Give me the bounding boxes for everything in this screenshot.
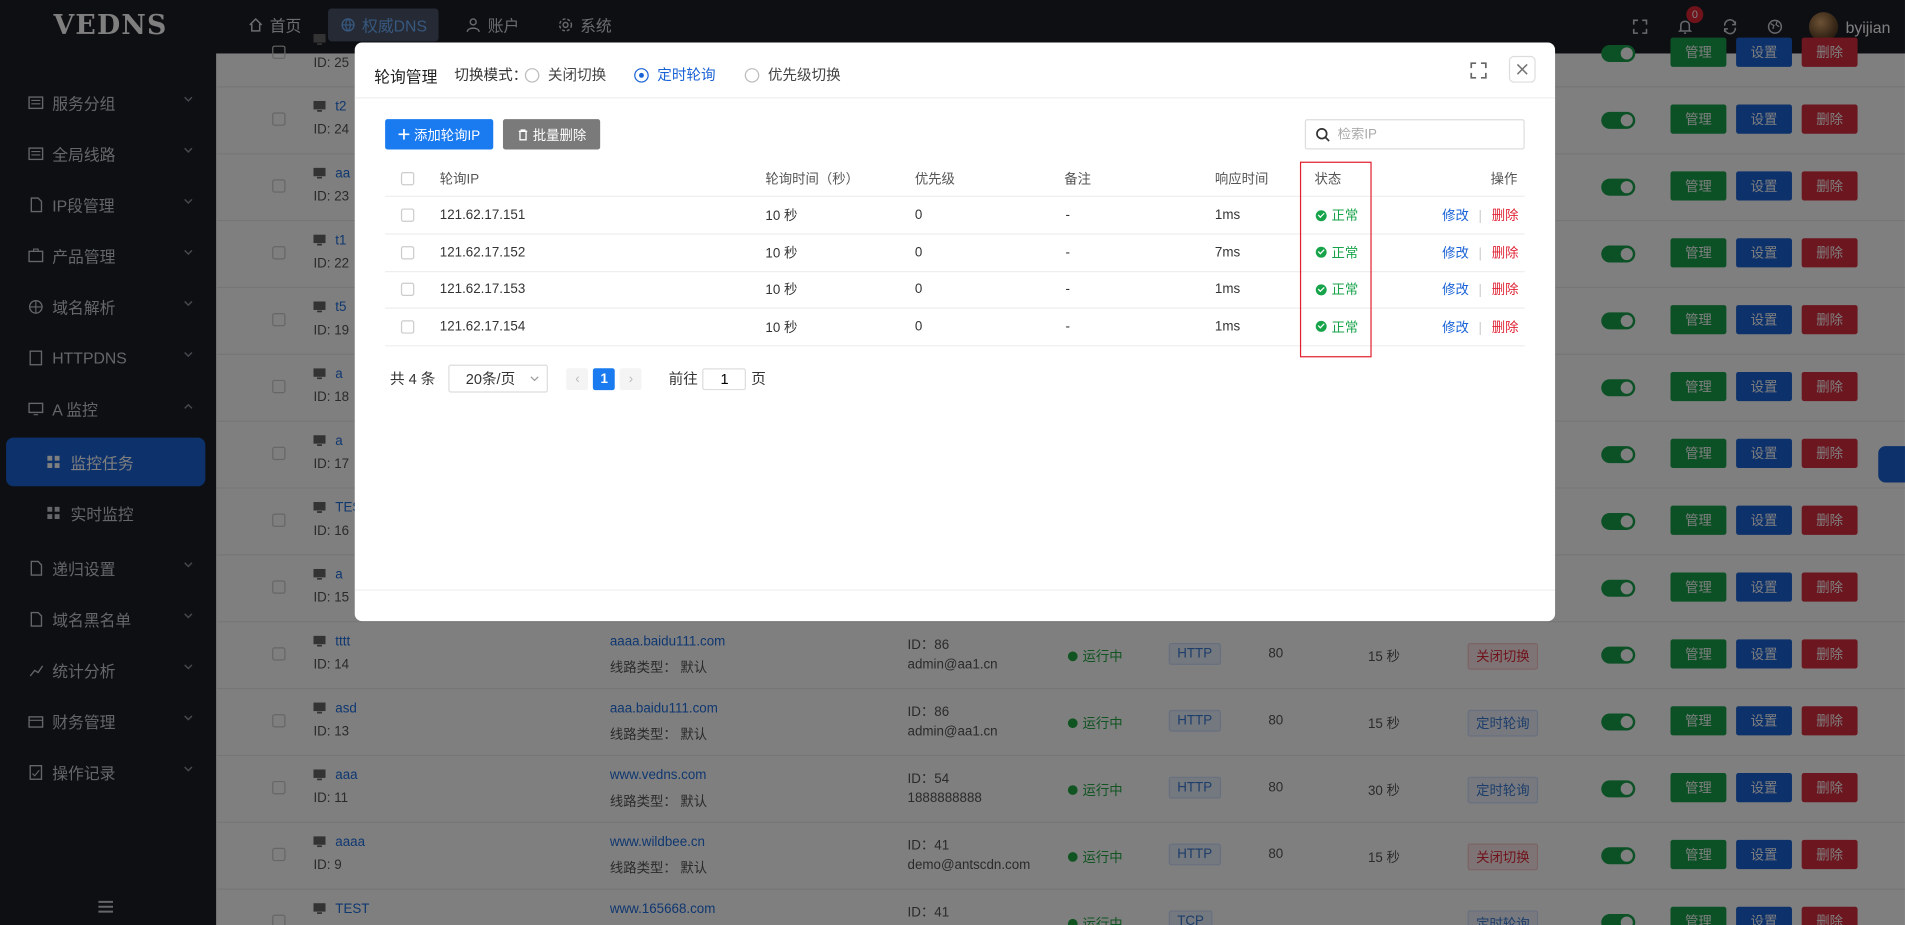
radio-dot (634, 67, 649, 83)
next-page-button[interactable]: › (620, 367, 642, 390)
row-checkbox[interactable] (400, 208, 415, 222)
search-input[interactable] (1337, 127, 1508, 142)
edit-link[interactable]: 修改 (1442, 246, 1469, 261)
response-time: 1ms (1214, 281, 1241, 297)
column-header: 轮询IP (439, 171, 480, 187)
action-separator: | (1478, 246, 1483, 261)
chevron-down-icon (530, 376, 540, 382)
prev-page-button[interactable]: ‹ (566, 367, 589, 390)
polling-ip: 121.62.17.154 (439, 319, 526, 334)
page-size-value: 20条/页 (465, 370, 516, 388)
radio-dot (744, 67, 760, 83)
priority: 0 (914, 207, 923, 223)
column-header: 备注 (1064, 171, 1091, 187)
priority: 0 (914, 281, 923, 297)
maximize-icon[interactable] (1470, 62, 1487, 79)
row-checkbox[interactable] (400, 245, 415, 259)
plus-icon (398, 128, 410, 140)
action-separator: | (1478, 283, 1483, 298)
search-box (1304, 119, 1525, 150)
goto-label: 前往 (668, 370, 698, 388)
response-time: 1ms (1214, 207, 1241, 223)
column-header: 优先级 (914, 171, 955, 187)
radio-close-switch[interactable]: 关闭切换 (524, 64, 607, 85)
polling-interval: 10 秒 (765, 246, 798, 261)
dialog-header: 轮询管理 切换模式： 关闭切换 定时轮询 优先级切换 (354, 43, 1556, 99)
delete-link[interactable]: 删除 (1492, 283, 1519, 298)
pagination: 共 4 条 20条/页 ‹ 1 › 前往 页 (389, 364, 766, 393)
switch-mode-label: 切换模式： (454, 66, 528, 84)
page-size-select[interactable]: 20条/页 (448, 364, 549, 393)
column-header: 响应时间 (1214, 171, 1269, 187)
note: - (1065, 319, 1070, 334)
edit-link[interactable]: 修改 (1442, 320, 1469, 335)
close-icon (1516, 63, 1528, 75)
polling-ip: 121.62.17.153 (439, 281, 526, 297)
delete-link[interactable]: 删除 (1492, 320, 1519, 335)
trash-icon (518, 128, 527, 140)
polling-ip: 121.62.17.152 (439, 244, 526, 260)
radio-dot (524, 67, 540, 83)
delete-link[interactable]: 删除 (1492, 246, 1519, 261)
note: - (1065, 207, 1070, 223)
polling-interval: 10 秒 (765, 320, 798, 335)
action-separator: | (1478, 320, 1483, 335)
dialog-title: 轮询管理 (374, 68, 438, 87)
edit-link[interactable]: 修改 (1442, 283, 1469, 298)
radio-label: 优先级切换 (767, 66, 841, 84)
close-button[interactable] (1508, 55, 1536, 83)
response-time: 1ms (1214, 319, 1241, 334)
row-checkbox[interactable] (400, 319, 415, 334)
radio-label: 关闭切换 (547, 66, 607, 84)
add-button-label: 添加轮询IP (414, 128, 481, 143)
total-count: 共 4 条 (389, 370, 436, 388)
column-header: 操作 (1490, 171, 1518, 187)
note: - (1065, 244, 1070, 260)
radio-label: 定时轮询 (657, 66, 716, 84)
select-all-checkbox[interactable] (400, 171, 415, 185)
priority: 0 (914, 244, 923, 260)
page-suffix: 页 (751, 370, 766, 388)
response-time: 7ms (1214, 244, 1241, 260)
row-actions: 修改 | 删除 (1442, 242, 1518, 261)
batch-delete-button[interactable]: 批量删除 (502, 119, 601, 150)
column-header: 轮询时间（秒） (765, 171, 859, 187)
note: - (1065, 281, 1070, 297)
row-checkbox[interactable] (400, 282, 415, 296)
row-actions: 修改 | 删除 (1442, 317, 1518, 336)
goto-page-input[interactable] (702, 367, 747, 390)
radio-timed-polling[interactable]: 定时轮询 (634, 64, 716, 85)
polling-interval: 10 秒 (765, 209, 798, 224)
add-polling-ip-button[interactable]: 添加轮询IP (385, 119, 494, 150)
priority: 0 (914, 319, 923, 334)
edit-link[interactable]: 修改 (1442, 209, 1469, 224)
polling-ip: 121.62.17.151 (439, 207, 526, 223)
polling-management-dialog: 轮询管理 切换模式： 关闭切换 定时轮询 优先级切换 添加轮询IP 批量删除 轮 (354, 42, 1556, 622)
dialog-footer-divider (354, 589, 1556, 591)
polling-interval: 10 秒 (765, 283, 798, 298)
status-column-highlight (1299, 161, 1372, 358)
delete-link[interactable]: 删除 (1492, 209, 1519, 224)
batch-delete-label: 批量删除 (532, 128, 587, 143)
search-icon (1316, 127, 1330, 141)
row-actions: 修改 | 删除 (1442, 205, 1518, 224)
current-page[interactable]: 1 (593, 367, 616, 390)
action-separator: | (1478, 209, 1483, 224)
row-actions: 修改 | 删除 (1442, 280, 1518, 299)
radio-priority-switch[interactable]: 优先级切换 (744, 64, 841, 85)
